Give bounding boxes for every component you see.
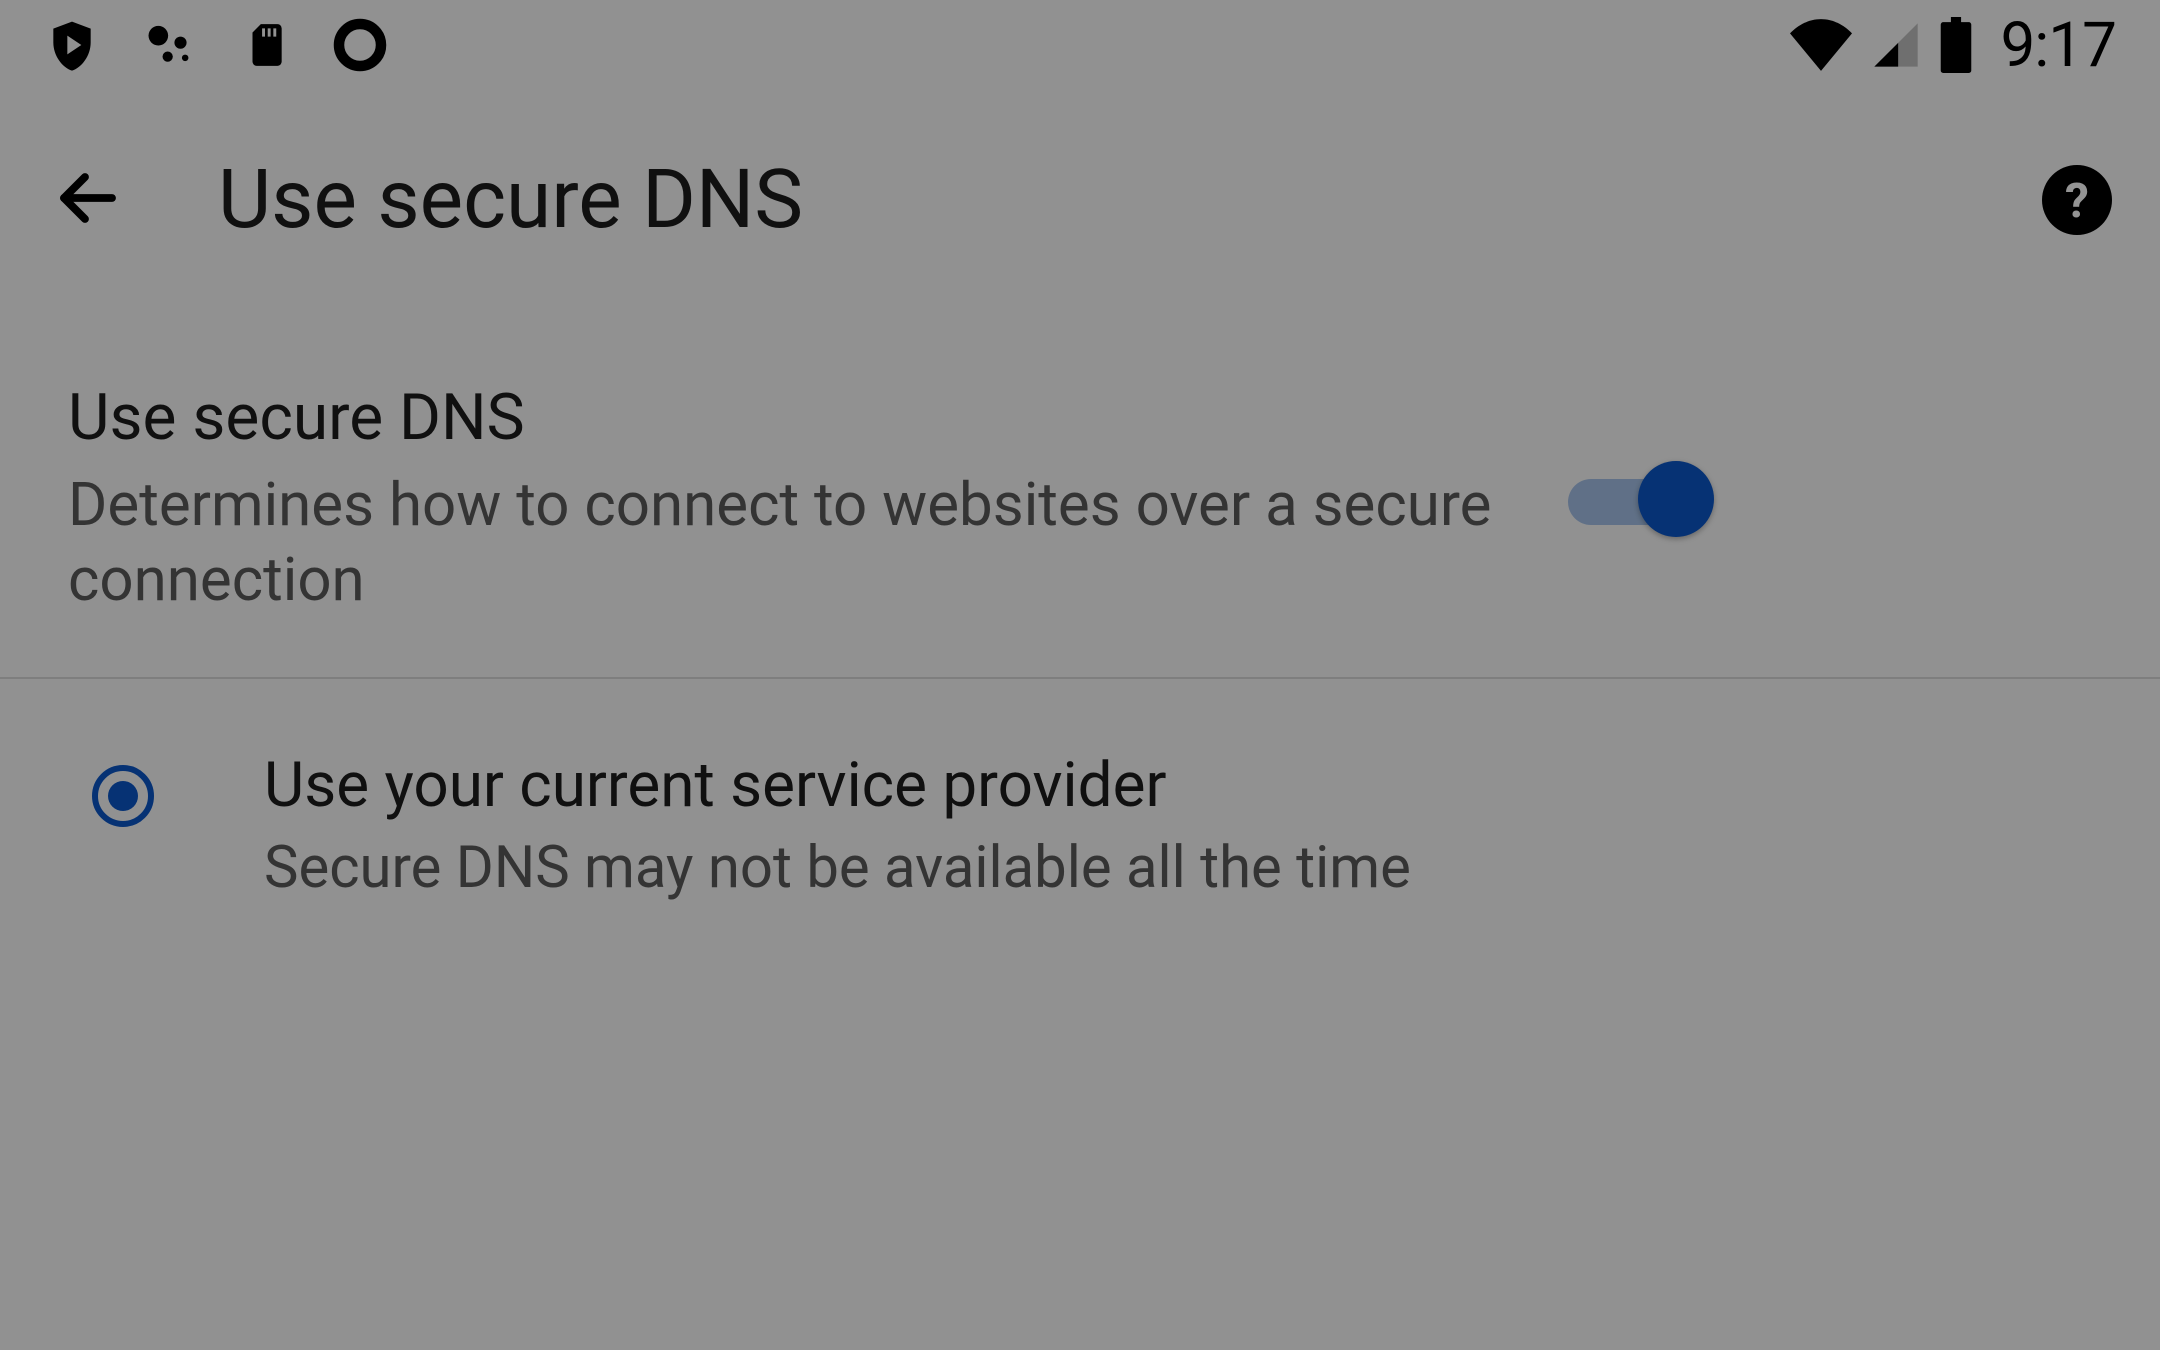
option-description: Secure DNS may not be available all the … xyxy=(264,834,2092,902)
page-title: Use secure DNS xyxy=(218,152,1952,248)
status-left-group xyxy=(44,17,388,73)
help-icon: ? xyxy=(2065,172,2089,229)
option-text: Use your current service provider Secure… xyxy=(264,749,2092,902)
wifi-icon xyxy=(1790,19,1852,71)
status-bar: 9:17 xyxy=(0,0,2160,90)
settings-content: Use secure DNS Determines how to connect… xyxy=(0,310,2160,942)
help-button[interactable]: ? xyxy=(2042,165,2112,235)
use-secure-dns-setting[interactable]: Use secure DNS Determines how to connect… xyxy=(0,350,2160,679)
setting-description: Determines how to connect to websites ov… xyxy=(68,467,1528,617)
play-protect-icon xyxy=(44,17,100,73)
setting-title: Use secure DNS xyxy=(68,380,1528,455)
option-title: Use your current service provider xyxy=(264,749,2092,822)
provider-option-current[interactable]: Use your current service provider Secure… xyxy=(0,679,2160,942)
sd-card-icon xyxy=(240,17,290,73)
radio-button[interactable] xyxy=(92,765,154,827)
setting-text: Use secure DNS Determines how to connect… xyxy=(68,380,1528,617)
back-button[interactable] xyxy=(48,160,128,240)
use-secure-dns-toggle[interactable] xyxy=(1568,461,1708,537)
toggle-thumb xyxy=(1638,461,1714,537)
app-bar: Use secure DNS ? xyxy=(0,90,2160,310)
status-right-group: 9:17 xyxy=(1790,9,2116,82)
arrow-back-icon xyxy=(52,162,124,238)
battery-icon xyxy=(1940,17,1972,73)
status-clock: 9:17 xyxy=(2000,9,2116,82)
assistant-icon xyxy=(142,17,198,73)
radio-checked-icon xyxy=(108,781,138,811)
circle-icon xyxy=(332,17,388,73)
cellular-signal-icon xyxy=(1870,19,1922,71)
